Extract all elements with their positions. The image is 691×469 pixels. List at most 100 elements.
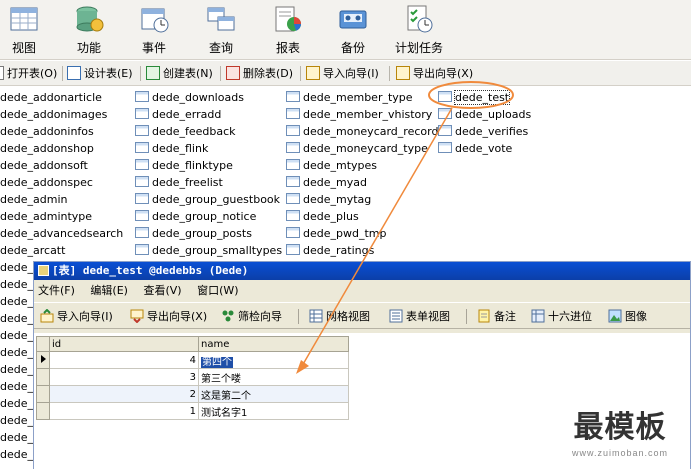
view-button[interactable]: 视图: [0, 3, 52, 57]
cell-name-editing[interactable]: 第四个: [201, 356, 233, 368]
list-item[interactable]: dede_verifies: [438, 123, 531, 140]
image-button[interactable]: 图像: [608, 308, 647, 326]
row-indicator[interactable]: [36, 402, 50, 420]
backup-label: 备份: [340, 41, 365, 55]
table-icon: [286, 91, 300, 102]
list-item[interactable]: dede_moneycard_type: [286, 140, 438, 157]
delete-table-button[interactable]: 删除表(D): [226, 64, 293, 83]
table-icon: [286, 142, 300, 153]
menu-window[interactable]: 窗口(W): [197, 284, 238, 297]
function-label: 功能: [76, 41, 101, 55]
window-toolbar: 导入向导(I) 导出向导(X) 筛检向导 网格视图 表单视图 备注 十六进位 图…: [34, 302, 690, 329]
table-row[interactable]: 2 这是第二个: [36, 385, 349, 403]
table-list-column: dede_test dede_uploads dede_verifies dede_v…: [438, 89, 531, 157]
import-wizard-button[interactable]: 导入向导(I): [306, 64, 379, 83]
table-name: dede_test: [453, 90, 511, 105]
list-item[interactable]: dede_advancedsearch: [0, 225, 123, 242]
grid-view-button[interactable]: 网格视图: [309, 308, 370, 326]
list-item[interactable]: dede_admin: [0, 191, 123, 208]
table-name: dede_ratings: [303, 244, 375, 257]
export-wizard-button[interactable]: 导出向导(X): [396, 64, 473, 83]
table-row[interactable]: 3 第三个喽: [36, 368, 349, 386]
table-row[interactable]: 1 测试名字1: [36, 402, 349, 420]
table-name: dede_: [0, 363, 33, 376]
list-item[interactable]: dede_test: [438, 89, 531, 106]
list-item[interactable]: dede_ratings: [286, 242, 438, 259]
table-name: dede_plus: [303, 210, 359, 223]
list-item[interactable]: dede_addonimages: [0, 106, 123, 123]
cell-name[interactable]: 第四个: [198, 351, 349, 369]
backup-button[interactable]: 备份: [325, 3, 381, 57]
list-item[interactable]: dede_downloads: [135, 89, 282, 106]
hex-button[interactable]: 十六进位: [531, 308, 592, 326]
separator: [62, 66, 63, 81]
list-item[interactable]: dede_arcatt: [0, 242, 123, 259]
query-button[interactable]: 查询: [193, 3, 249, 57]
list-item[interactable]: dede_member_type: [286, 89, 438, 106]
memo-button[interactable]: 备注: [477, 308, 516, 326]
list-item[interactable]: dede_erradd: [135, 106, 282, 123]
cell-id[interactable]: 3: [49, 368, 199, 386]
list-item[interactable]: dede_addonarticle: [0, 89, 123, 106]
list-item[interactable]: dede_group_guestbook: [135, 191, 282, 208]
cell-id[interactable]: 1: [49, 402, 199, 420]
list-item[interactable]: dede_freelist: [135, 174, 282, 191]
list-item[interactable]: dede_group_posts: [135, 225, 282, 242]
list-item[interactable]: dede_addoninfos: [0, 123, 123, 140]
table-name: dede_addonarticle: [0, 91, 102, 104]
schedule-button[interactable]: 计划任务: [391, 3, 447, 57]
list-item[interactable]: dede_group_notice: [135, 208, 282, 225]
cell-id[interactable]: 4: [49, 351, 199, 369]
import-icon: [306, 66, 320, 80]
row-indicator[interactable]: [36, 368, 50, 386]
list-item[interactable]: dede_mytag: [286, 191, 438, 208]
separator: [300, 66, 301, 81]
list-item[interactable]: dede_admintype: [0, 208, 123, 225]
list-item[interactable]: dede_myad: [286, 174, 438, 191]
list-item[interactable]: dede_vote: [438, 140, 531, 157]
row-indicator[interactable]: [36, 385, 50, 403]
function-button[interactable]: 功能: [61, 3, 117, 57]
table-icon: [438, 108, 452, 119]
list-item[interactable]: dede_member_vhistory: [286, 106, 438, 123]
cell-name[interactable]: 第三个喽: [198, 368, 349, 386]
list-item[interactable]: dede_mtypes: [286, 157, 438, 174]
list-item[interactable]: dede_addonspec: [0, 174, 123, 191]
column-header-id[interactable]: id: [49, 336, 199, 352]
report-button[interactable]: 报表: [260, 3, 316, 57]
list-item[interactable]: dede_flinktype: [135, 157, 282, 174]
menu-view[interactable]: 查看(V): [143, 284, 181, 297]
window-titlebar[interactable]: [表] dede_test @dedebbs (Dede): [34, 262, 690, 280]
open-table-button[interactable]: 打开表(O): [0, 64, 57, 83]
cell-id[interactable]: 2: [49, 385, 199, 403]
event-button[interactable]: 事件: [126, 3, 182, 57]
form-view-button[interactable]: 表单视图: [389, 308, 450, 326]
table-icon: [286, 125, 300, 136]
export-wizard-button[interactable]: 导出向导(X): [130, 308, 207, 326]
cell-name[interactable]: 测试名字1: [198, 402, 349, 420]
menu-file[interactable]: 文件(F): [38, 284, 75, 297]
row-indicator[interactable]: [36, 351, 50, 369]
list-item[interactable]: dede_moneycard_record: [286, 123, 438, 140]
list-item[interactable]: dede_addonsoft: [0, 157, 123, 174]
list-item[interactable]: dede_addonshop: [0, 140, 123, 157]
list-item[interactable]: dede_flink: [135, 140, 282, 157]
list-item[interactable]: dede_group_smalltypes: [135, 242, 282, 259]
function-icon: [76, 6, 104, 32]
create-table-button[interactable]: 创建表(N): [146, 64, 213, 83]
table-name: dede_arcatt: [0, 244, 66, 257]
column-header-name[interactable]: name: [198, 336, 349, 352]
table-row[interactable]: 4 第四个: [36, 351, 349, 369]
cell-name[interactable]: 这是第二个: [198, 385, 349, 403]
menu-edit[interactable]: 编辑(E): [90, 284, 128, 297]
import-wizard-button[interactable]: 导入向导(I): [40, 308, 113, 326]
table-name: dede_: [0, 380, 33, 393]
list-item[interactable]: dede_plus: [286, 208, 438, 225]
design-table-button[interactable]: 设计表(E): [67, 64, 133, 83]
list-item[interactable]: dede_uploads: [438, 106, 531, 123]
delete-table-icon: [226, 66, 240, 80]
list-item[interactable]: dede_feedback: [135, 123, 282, 140]
separator: [220, 66, 221, 81]
filter-wizard-button[interactable]: 筛检向导: [221, 308, 282, 326]
list-item[interactable]: dede_pwd_tmp: [286, 225, 438, 242]
